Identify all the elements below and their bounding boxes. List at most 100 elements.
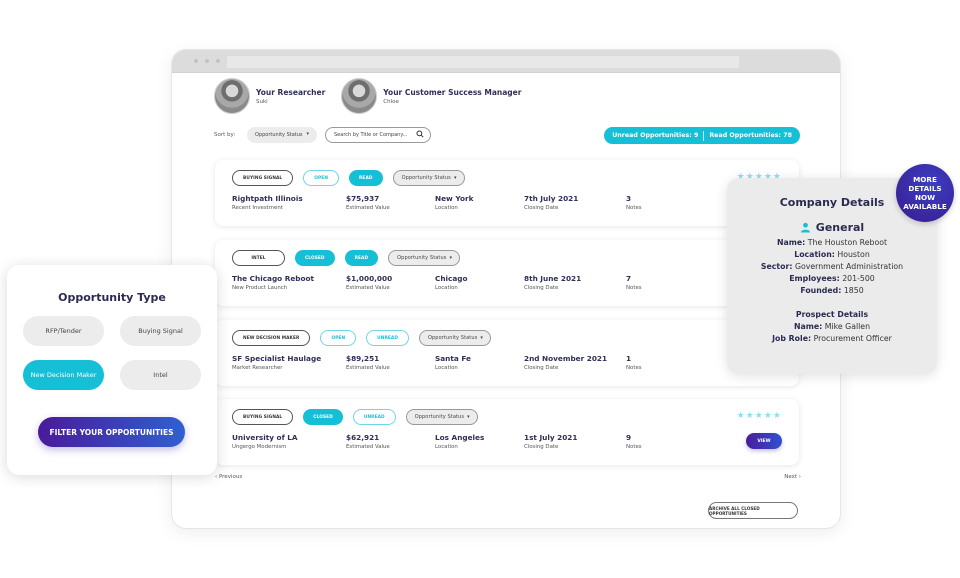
- opportunity-type-title: Opportunity Type: [58, 291, 166, 304]
- previous-page-link[interactable]: ‹ Previous: [215, 474, 242, 480]
- researcher-contact: Your Researcher Suki: [214, 78, 325, 114]
- row-value: Houston: [837, 250, 870, 259]
- location-label: Location: [435, 444, 458, 450]
- estimated-value-label: Estimated Value: [346, 285, 390, 291]
- company-name[interactable]: SF Specialist Haulage: [232, 354, 321, 363]
- status-dropdown[interactable]: Opportunity Status ▾: [392, 170, 465, 186]
- search-placeholder: Search by Title or Company...: [334, 132, 408, 138]
- row-label: Employees:: [789, 274, 840, 283]
- prospect-name-row: Name: Mike Gallen: [727, 321, 937, 333]
- general-section-heading: General: [727, 221, 937, 234]
- closing-date-label: Closing Date: [524, 444, 559, 450]
- type-tag: Intel: [232, 250, 285, 266]
- view-button[interactable]: View: [746, 433, 782, 449]
- status-dropdown[interactable]: Opportunity Status ▾: [388, 250, 461, 266]
- company-name[interactable]: The Chicago Reboot: [232, 274, 314, 283]
- company-employees-row: Employees: 201-500: [727, 273, 937, 285]
- row-value: Procurement Officer: [813, 334, 892, 343]
- state-tag: Closed: [295, 250, 335, 266]
- opportunity-card[interactable]: Buying Signal Open Read Opportunity Stat…: [215, 160, 799, 226]
- status-dropdown-label: Opportunity Status: [428, 335, 478, 341]
- location-value: New York: [435, 194, 474, 203]
- estimated-value: $62,921: [346, 433, 380, 442]
- filter-opportunities-button[interactable]: FILTER YOUR OPPORTUNITIES: [38, 417, 185, 447]
- read-tag: Unread: [352, 409, 396, 425]
- search-icon[interactable]: [416, 130, 424, 138]
- opportunity-card[interactable]: New Decision Maker Open Unread Opportuni…: [215, 320, 799, 386]
- company-name[interactable]: Rightpath Illinois: [232, 194, 303, 203]
- company-subtitle: Recent Investment: [232, 205, 283, 211]
- csm-role: Your Customer Success Manager: [383, 87, 522, 97]
- closing-date-value: 7th July 2021: [524, 194, 579, 203]
- company-name[interactable]: University of LA: [232, 433, 298, 442]
- sort-label: Sort by:: [214, 132, 236, 138]
- address-bar[interactable]: [227, 56, 739, 68]
- type-tag: Buying Signal: [232, 170, 294, 186]
- status-dropdown-label: Opportunity Status: [401, 175, 451, 181]
- location-label: Location: [435, 205, 458, 211]
- location-value: Chicago: [435, 274, 468, 283]
- type-option-buying-signal[interactable]: Buying Signal: [120, 316, 201, 346]
- notes-count: 7: [626, 274, 632, 283]
- prospect-details-title: Prospect Details: [795, 310, 869, 319]
- opportunity-type-panel: Opportunity Type RFP/Tender Buying Signa…: [7, 265, 217, 475]
- status-dropdown[interactable]: Opportunity Status ▾: [419, 330, 491, 346]
- location-label: Location: [435, 285, 458, 291]
- estimated-value: $75,937: [346, 194, 380, 203]
- closing-date-value: 2nd November 2021: [524, 354, 608, 363]
- location-label: Location: [435, 365, 458, 371]
- status-dropdown[interactable]: Opportunity Status ▾: [405, 409, 478, 425]
- window-dot[interactable]: [216, 59, 220, 63]
- window-dot[interactable]: [194, 59, 198, 63]
- closing-date-label: Closing Date: [524, 205, 559, 211]
- general-title: General: [815, 221, 865, 234]
- company-name-row: Name: The Houston Reboot: [727, 237, 937, 249]
- row-value: 1850: [843, 286, 864, 295]
- sort-select[interactable]: Opportunity Status ▾: [247, 127, 317, 143]
- user-icon: [800, 222, 810, 233]
- more-details-badge[interactable]: MORE DETAILS NOW AVAILABLE: [896, 164, 954, 222]
- row-value: Mike Gallen: [824, 322, 871, 331]
- researcher-avatar: [214, 78, 250, 114]
- row-label: Founded:: [800, 286, 842, 295]
- notes-label: Notes: [626, 205, 642, 211]
- notes-count: 1: [626, 354, 632, 363]
- estimated-value-label: Estimated Value: [346, 444, 390, 450]
- read-tag: Read: [344, 250, 379, 266]
- chevron-down-icon: ▾: [306, 131, 309, 137]
- next-page-link[interactable]: Next ›: [784, 474, 801, 480]
- badge-line: AVAILABLE: [903, 202, 947, 211]
- closing-date-label: Closing Date: [524, 285, 559, 291]
- chevron-down-icon: ▾: [480, 335, 483, 341]
- type-option-new-decision-maker[interactable]: New Decision Maker: [23, 360, 104, 390]
- read-tag: Unread: [366, 330, 409, 346]
- archive-closed-button[interactable]: Archive all closed opportunities: [708, 502, 798, 519]
- researcher-name: Suki: [256, 98, 268, 105]
- closing-date-value: 1st July 2021: [524, 433, 578, 442]
- search-input[interactable]: Search by Title or Company...: [325, 127, 431, 143]
- closing-date-label: Closing Date: [524, 365, 559, 371]
- company-sector-row: Sector: Government Administration: [727, 261, 937, 273]
- csm-name: Chloe: [383, 98, 399, 105]
- opportunity-card[interactable]: Buying Signal Closed Unread Opportunity …: [215, 399, 799, 465]
- csm-contact: Your Customer Success Manager Chloe: [341, 78, 521, 114]
- badge-line: NOW: [914, 193, 936, 202]
- estimated-value-label: Estimated Value: [346, 365, 390, 371]
- read-tag: Read: [349, 170, 383, 186]
- row-label: Sector:: [760, 262, 793, 271]
- type-option-intel[interactable]: Intel: [120, 360, 201, 390]
- company-location-row: Location: Houston: [727, 249, 937, 261]
- type-option-rfp-tender[interactable]: RFP/Tender: [23, 316, 104, 346]
- window-dot[interactable]: [205, 59, 209, 63]
- status-dropdown-label: Opportunity Status: [414, 414, 465, 420]
- prospect-role-row: Job Role: Procurement Officer: [727, 333, 937, 345]
- divider: [703, 130, 705, 141]
- notes-count: 3: [626, 194, 632, 203]
- row-label: Name:: [776, 238, 806, 247]
- opportunity-card[interactable]: Intel Closed Read Opportunity Status ▾ Th…: [215, 240, 799, 306]
- location-value: Santa Fe: [435, 354, 471, 363]
- notes-label: Notes: [626, 444, 642, 450]
- star-rating[interactable]: ★★★★★: [737, 411, 782, 421]
- window-controls: [194, 59, 220, 63]
- sort-select-value: Opportunity Status: [255, 132, 303, 138]
